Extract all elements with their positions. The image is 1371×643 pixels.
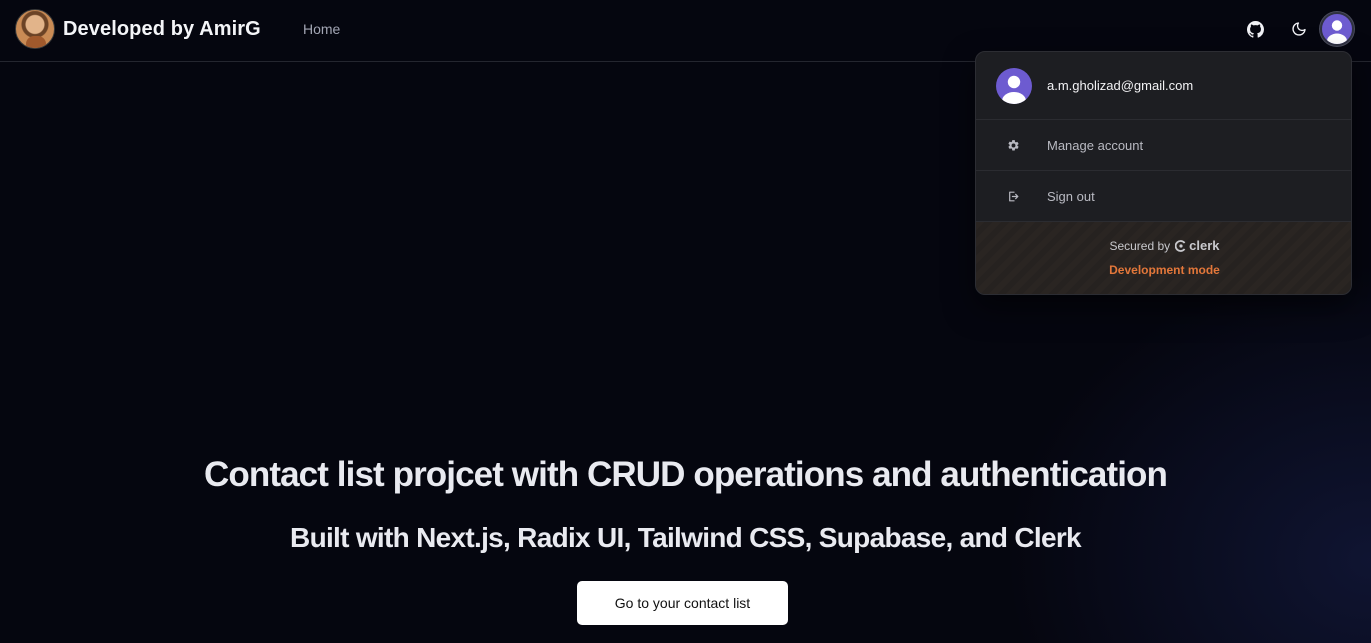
secured-by: Secured by clerk — [976, 238, 1351, 253]
user-avatar-icon — [1327, 20, 1347, 44]
nav-link-home[interactable]: Home — [303, 21, 340, 37]
hero-title: Contact list projcet with CRUD operation… — [204, 455, 1168, 494]
user-email: a.m.gholizad@gmail.com — [1047, 78, 1194, 93]
development-mode-badge: Development mode — [1109, 263, 1220, 277]
gear-icon — [1006, 138, 1020, 152]
brand-avatar — [15, 9, 55, 49]
user-identity: a.m.gholizad@gmail.com — [976, 52, 1351, 120]
hero-subtitle: Built with Next.js, Radix UI, Tailwind C… — [290, 522, 1082, 553]
user-avatar — [996, 67, 1032, 104]
user-menu-dropdown: a.m.gholizad@gmail.com Manage account Si… — [975, 51, 1352, 295]
secured-by-label: Secured by — [1109, 238, 1171, 253]
brand-title: Developed by AmirG — [63, 17, 261, 40]
manage-account-label: Manage account — [1047, 137, 1144, 153]
moon-icon[interactable] — [1289, 19, 1309, 39]
clerk-wordmark: clerk — [1189, 238, 1220, 253]
brand[interactable]: Developed by AmirG — [15, 9, 261, 49]
page: Developed by AmirG Home a.m.gholizad@gma… — [0, 0, 1371, 643]
github-icon[interactable] — [1245, 19, 1265, 39]
manage-account-button[interactable]: Manage account — [976, 120, 1351, 171]
sign-out-icon — [1006, 189, 1020, 203]
clerk-icon — [1175, 239, 1186, 252]
user-menu-button[interactable] — [1320, 12, 1354, 46]
clerk-logo[interactable]: clerk — [1175, 238, 1220, 253]
user-avatar-icon — [1002, 75, 1026, 104]
sign-out-label: Sign out — [1047, 188, 1095, 204]
sign-out-button[interactable]: Sign out — [976, 171, 1351, 222]
clerk-footer: Secured by clerk Development mode — [976, 222, 1351, 294]
go-to-contact-list-button[interactable]: Go to your contact list — [577, 581, 788, 625]
